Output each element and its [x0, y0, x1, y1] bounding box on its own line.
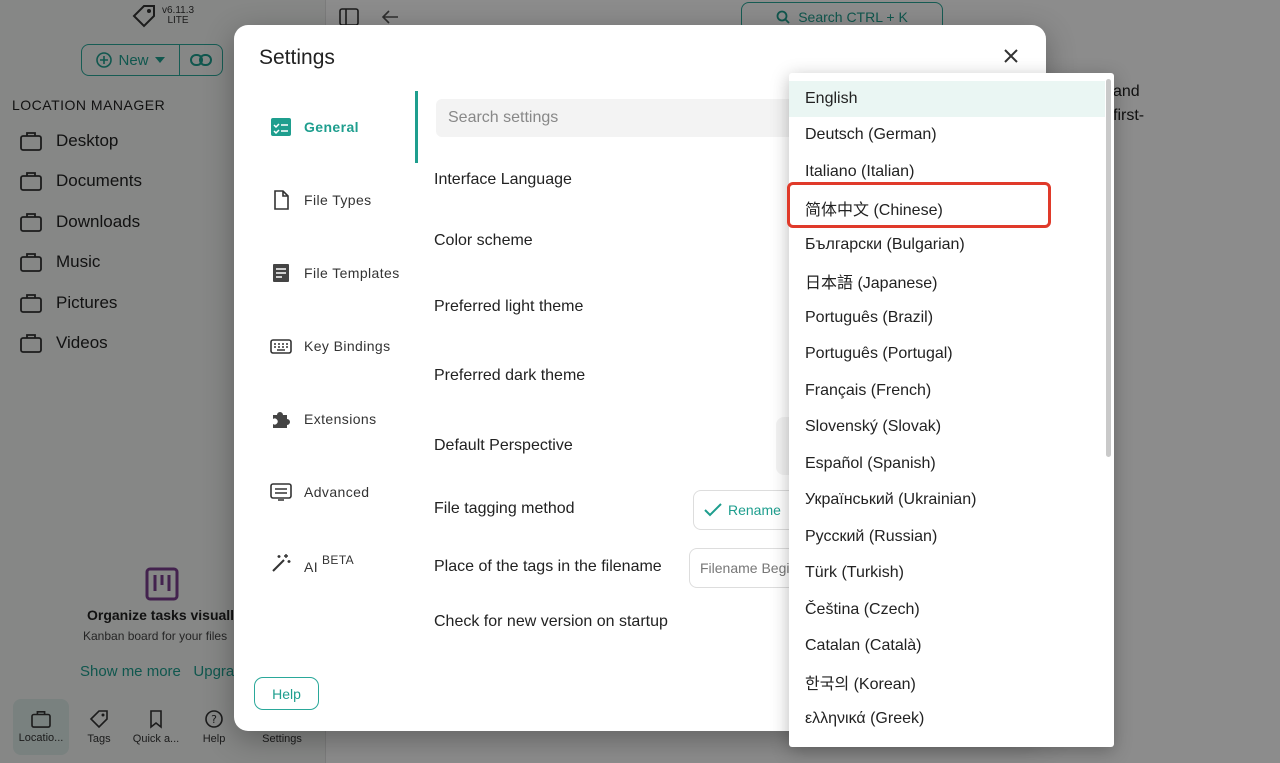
close-button[interactable] — [998, 43, 1024, 69]
setting-color-scheme: Color scheme — [434, 232, 533, 249]
tab-label: File Types — [304, 192, 372, 208]
language-option[interactable]: Español (Spanish) — [789, 446, 1105, 482]
menu-scrollbar[interactable] — [1106, 79, 1111, 457]
general-icon — [271, 118, 291, 136]
language-option[interactable]: Türk (Turkish) — [789, 555, 1105, 591]
beta-badge: BETA — [322, 553, 355, 567]
language-option[interactable]: Čeština (Czech) — [789, 592, 1105, 628]
language-option[interactable]: Български (Bulgarian) — [789, 227, 1105, 263]
setting-tags-place: Place of the tags in the filename — [434, 558, 662, 575]
language-option[interactable]: Русский (Russian) — [789, 519, 1105, 555]
chinese-highlight-box — [787, 182, 1051, 228]
tagging-method-rename-option[interactable]: Rename — [693, 490, 803, 530]
language-option[interactable]: Português (Portugal) — [789, 336, 1105, 372]
active-tab-indicator — [415, 91, 418, 163]
settings-title: Settings — [259, 46, 335, 69]
tagging-method-value: Rename — [728, 502, 781, 518]
tags-place-select[interactable]: Filename Beginning — [689, 548, 799, 588]
language-option[interactable]: ελληνικά (Greek) — [789, 701, 1105, 737]
tab-general[interactable]: General — [270, 117, 359, 137]
tab-label: Advanced — [304, 484, 370, 500]
keyboard-icon — [270, 339, 292, 354]
check-icon — [704, 503, 722, 517]
search-settings-input[interactable]: Search settings — [436, 99, 816, 137]
setting-default-perspective: Default Perspective — [434, 437, 573, 454]
help-button[interactable]: Help — [254, 677, 319, 710]
language-option[interactable]: Deutsch (German) — [789, 117, 1105, 153]
language-option[interactable]: 한국의 (Korean) — [789, 664, 1105, 700]
tab-advanced[interactable]: Advanced — [270, 482, 369, 502]
tab-label: File Templates — [304, 265, 400, 281]
setting-file-tagging-method: File tagging method — [434, 500, 575, 517]
template-icon — [273, 264, 289, 282]
setting-interface-language: Interface Language — [434, 171, 572, 188]
setting-light-theme: Preferred light theme — [434, 298, 584, 315]
tab-file-types[interactable]: File Types — [270, 190, 372, 210]
tab-label: Extensions — [304, 411, 377, 427]
magic-wand-icon — [272, 554, 291, 572]
tab-label: Key Bindings — [304, 338, 391, 354]
tab-key-bindings[interactable]: Key Bindings — [270, 336, 391, 356]
file-icon — [274, 190, 289, 210]
tab-label: General — [304, 119, 359, 135]
language-dropdown-menu: English Deutsch (German) Italiano (Itali… — [789, 73, 1114, 747]
language-option[interactable]: 日本語 (Japanese) — [789, 263, 1105, 299]
tab-label: AI — [304, 559, 319, 575]
language-option[interactable]: Slovenský (Slovak) — [789, 409, 1105, 445]
tab-extensions[interactable]: Extensions — [270, 409, 376, 429]
setting-dark-theme: Preferred dark theme — [434, 367, 586, 384]
settings-tabs: General File Types File Templates Key Bi… — [234, 91, 418, 651]
language-option[interactable]: Український (Ukrainian) — [789, 482, 1105, 518]
setting-check-version: Check for new version on startup — [434, 613, 668, 630]
language-option-english[interactable]: English — [789, 81, 1105, 117]
advanced-icon — [270, 483, 292, 501]
puzzle-icon — [273, 412, 290, 428]
language-option[interactable]: Français (French) — [789, 373, 1105, 409]
tab-ai[interactable]: AI BETA — [270, 551, 354, 575]
tab-file-templates[interactable]: File Templates — [270, 263, 400, 283]
language-option[interactable]: Catalan (Català) — [789, 628, 1105, 664]
language-option[interactable]: Português (Brazil) — [789, 300, 1105, 336]
close-icon — [1004, 49, 1018, 63]
